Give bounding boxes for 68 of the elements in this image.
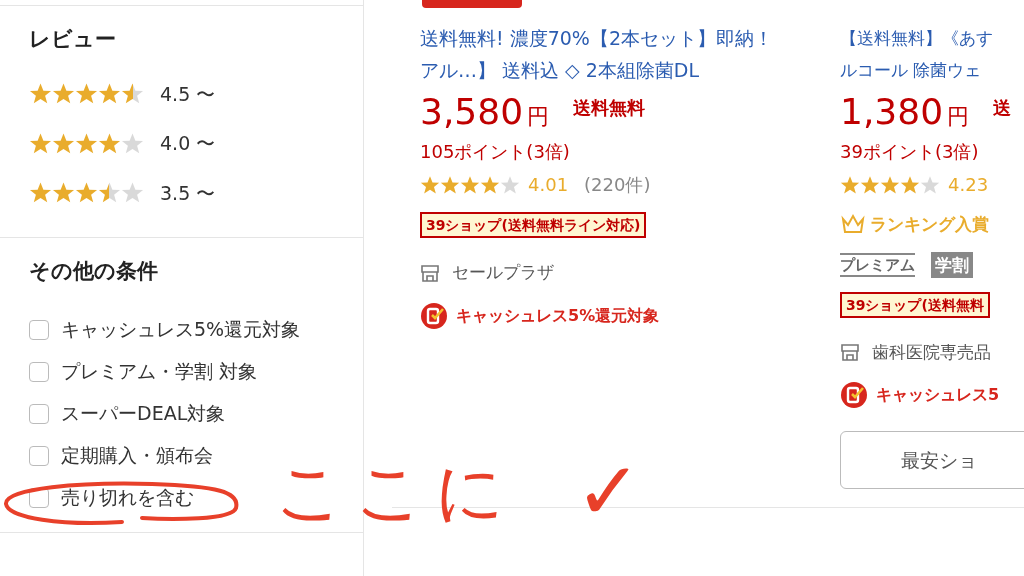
star-icon xyxy=(920,174,940,195)
section-heading: レビュー xyxy=(29,26,117,53)
price: 3,580 xyxy=(420,92,524,132)
shop-icon xyxy=(420,262,440,283)
free-shipping-label: 送料無料 xyxy=(573,96,646,120)
shop-icon xyxy=(840,342,860,363)
checkbox-label[interactable]: スーパーDEAL対象 xyxy=(61,399,226,428)
rating-filter-link[interactable]: 4.5 〜 xyxy=(160,79,216,108)
checkbox[interactable] xyxy=(29,403,49,424)
handwritten-note: ここに xyxy=(275,452,515,532)
cheapest-shop-button[interactable]: 最安ショ xyxy=(840,431,1024,489)
free-shipping-label: 送 xyxy=(993,96,1012,120)
checkbox-label[interactable]: プレミアム・学割 対象 xyxy=(61,357,258,386)
checkbox[interactable] xyxy=(29,319,49,340)
review-count[interactable]: (220件) xyxy=(584,171,651,198)
star-icon xyxy=(98,82,121,106)
checkbox-label[interactable]: キャッシュレス5%還元対象 xyxy=(61,315,301,344)
star-icon xyxy=(29,82,52,106)
points-label: 105ポイント(3倍) xyxy=(420,140,571,164)
star-icon xyxy=(420,174,440,195)
star-icon xyxy=(880,174,900,195)
checkbox[interactable] xyxy=(29,445,49,466)
star-icon xyxy=(98,131,121,155)
star-icon xyxy=(480,174,500,195)
star-icon xyxy=(121,131,144,155)
star-icon xyxy=(460,174,480,195)
checkbox-label[interactable]: 売り切れを含む xyxy=(61,483,194,512)
cashless-check-icon xyxy=(840,381,868,409)
star-icon xyxy=(75,82,98,106)
shop-name[interactable]: セールプラザ xyxy=(452,260,554,286)
price: 1,380 xyxy=(840,92,944,132)
handwritten-checkmark: ✓ xyxy=(575,452,643,532)
star-icon xyxy=(29,181,52,205)
shipping-line-badge: 39ショップ(送料無料ライン対応) xyxy=(420,212,647,238)
ranking-label: ランキング入賞 xyxy=(870,213,989,236)
star-icon xyxy=(75,131,98,155)
cashless-label: キャッシュレス5%還元対象 xyxy=(456,304,660,327)
cashless-label: キャッシュレス5 xyxy=(876,384,1000,406)
shipping-line-badge: 39ショップ(送料無料 xyxy=(840,291,990,318)
rating-value: 4.01 xyxy=(528,173,569,197)
cashless-check-icon xyxy=(420,301,448,330)
star-icon xyxy=(52,131,75,155)
points-label: 39ポイント(3倍) xyxy=(840,140,980,164)
star-icon xyxy=(840,174,860,195)
rating-filter-link[interactable]: 3.5 〜 xyxy=(160,178,216,207)
star-icon xyxy=(860,174,880,195)
currency-label: 円 xyxy=(527,103,550,131)
premium-logo: プレミアム xyxy=(840,252,915,277)
rating-filter-link[interactable]: 4.0 〜 xyxy=(160,129,216,158)
rating-value: 4.23 xyxy=(948,173,989,197)
star-icon xyxy=(900,174,920,195)
checkbox[interactable] xyxy=(29,361,49,382)
star-icon xyxy=(29,131,52,155)
star-icon xyxy=(121,82,144,106)
product-title[interactable]: 【送料無料】《あす ルコール 除菌ウェ xyxy=(840,22,1024,86)
star-icon xyxy=(75,181,98,205)
product-title[interactable]: 送料無料! 濃度70%【2本セット】即納！アル…】 送料込 ◇ 2本組除菌DL xyxy=(420,22,790,86)
checkbox-label[interactable]: 定期購入・頒布会 xyxy=(61,441,213,470)
star-icon xyxy=(98,181,121,205)
student-discount-logo: 学割 xyxy=(931,251,973,278)
currency-label: 円 xyxy=(947,103,970,131)
shop-name[interactable]: 歯科医院専売品 xyxy=(872,339,991,365)
section-heading: その他の条件 xyxy=(29,258,159,285)
star-icon xyxy=(121,181,144,205)
star-icon xyxy=(500,174,520,195)
star-icon xyxy=(440,174,460,195)
star-icon xyxy=(52,181,75,205)
star-icon xyxy=(52,82,75,106)
